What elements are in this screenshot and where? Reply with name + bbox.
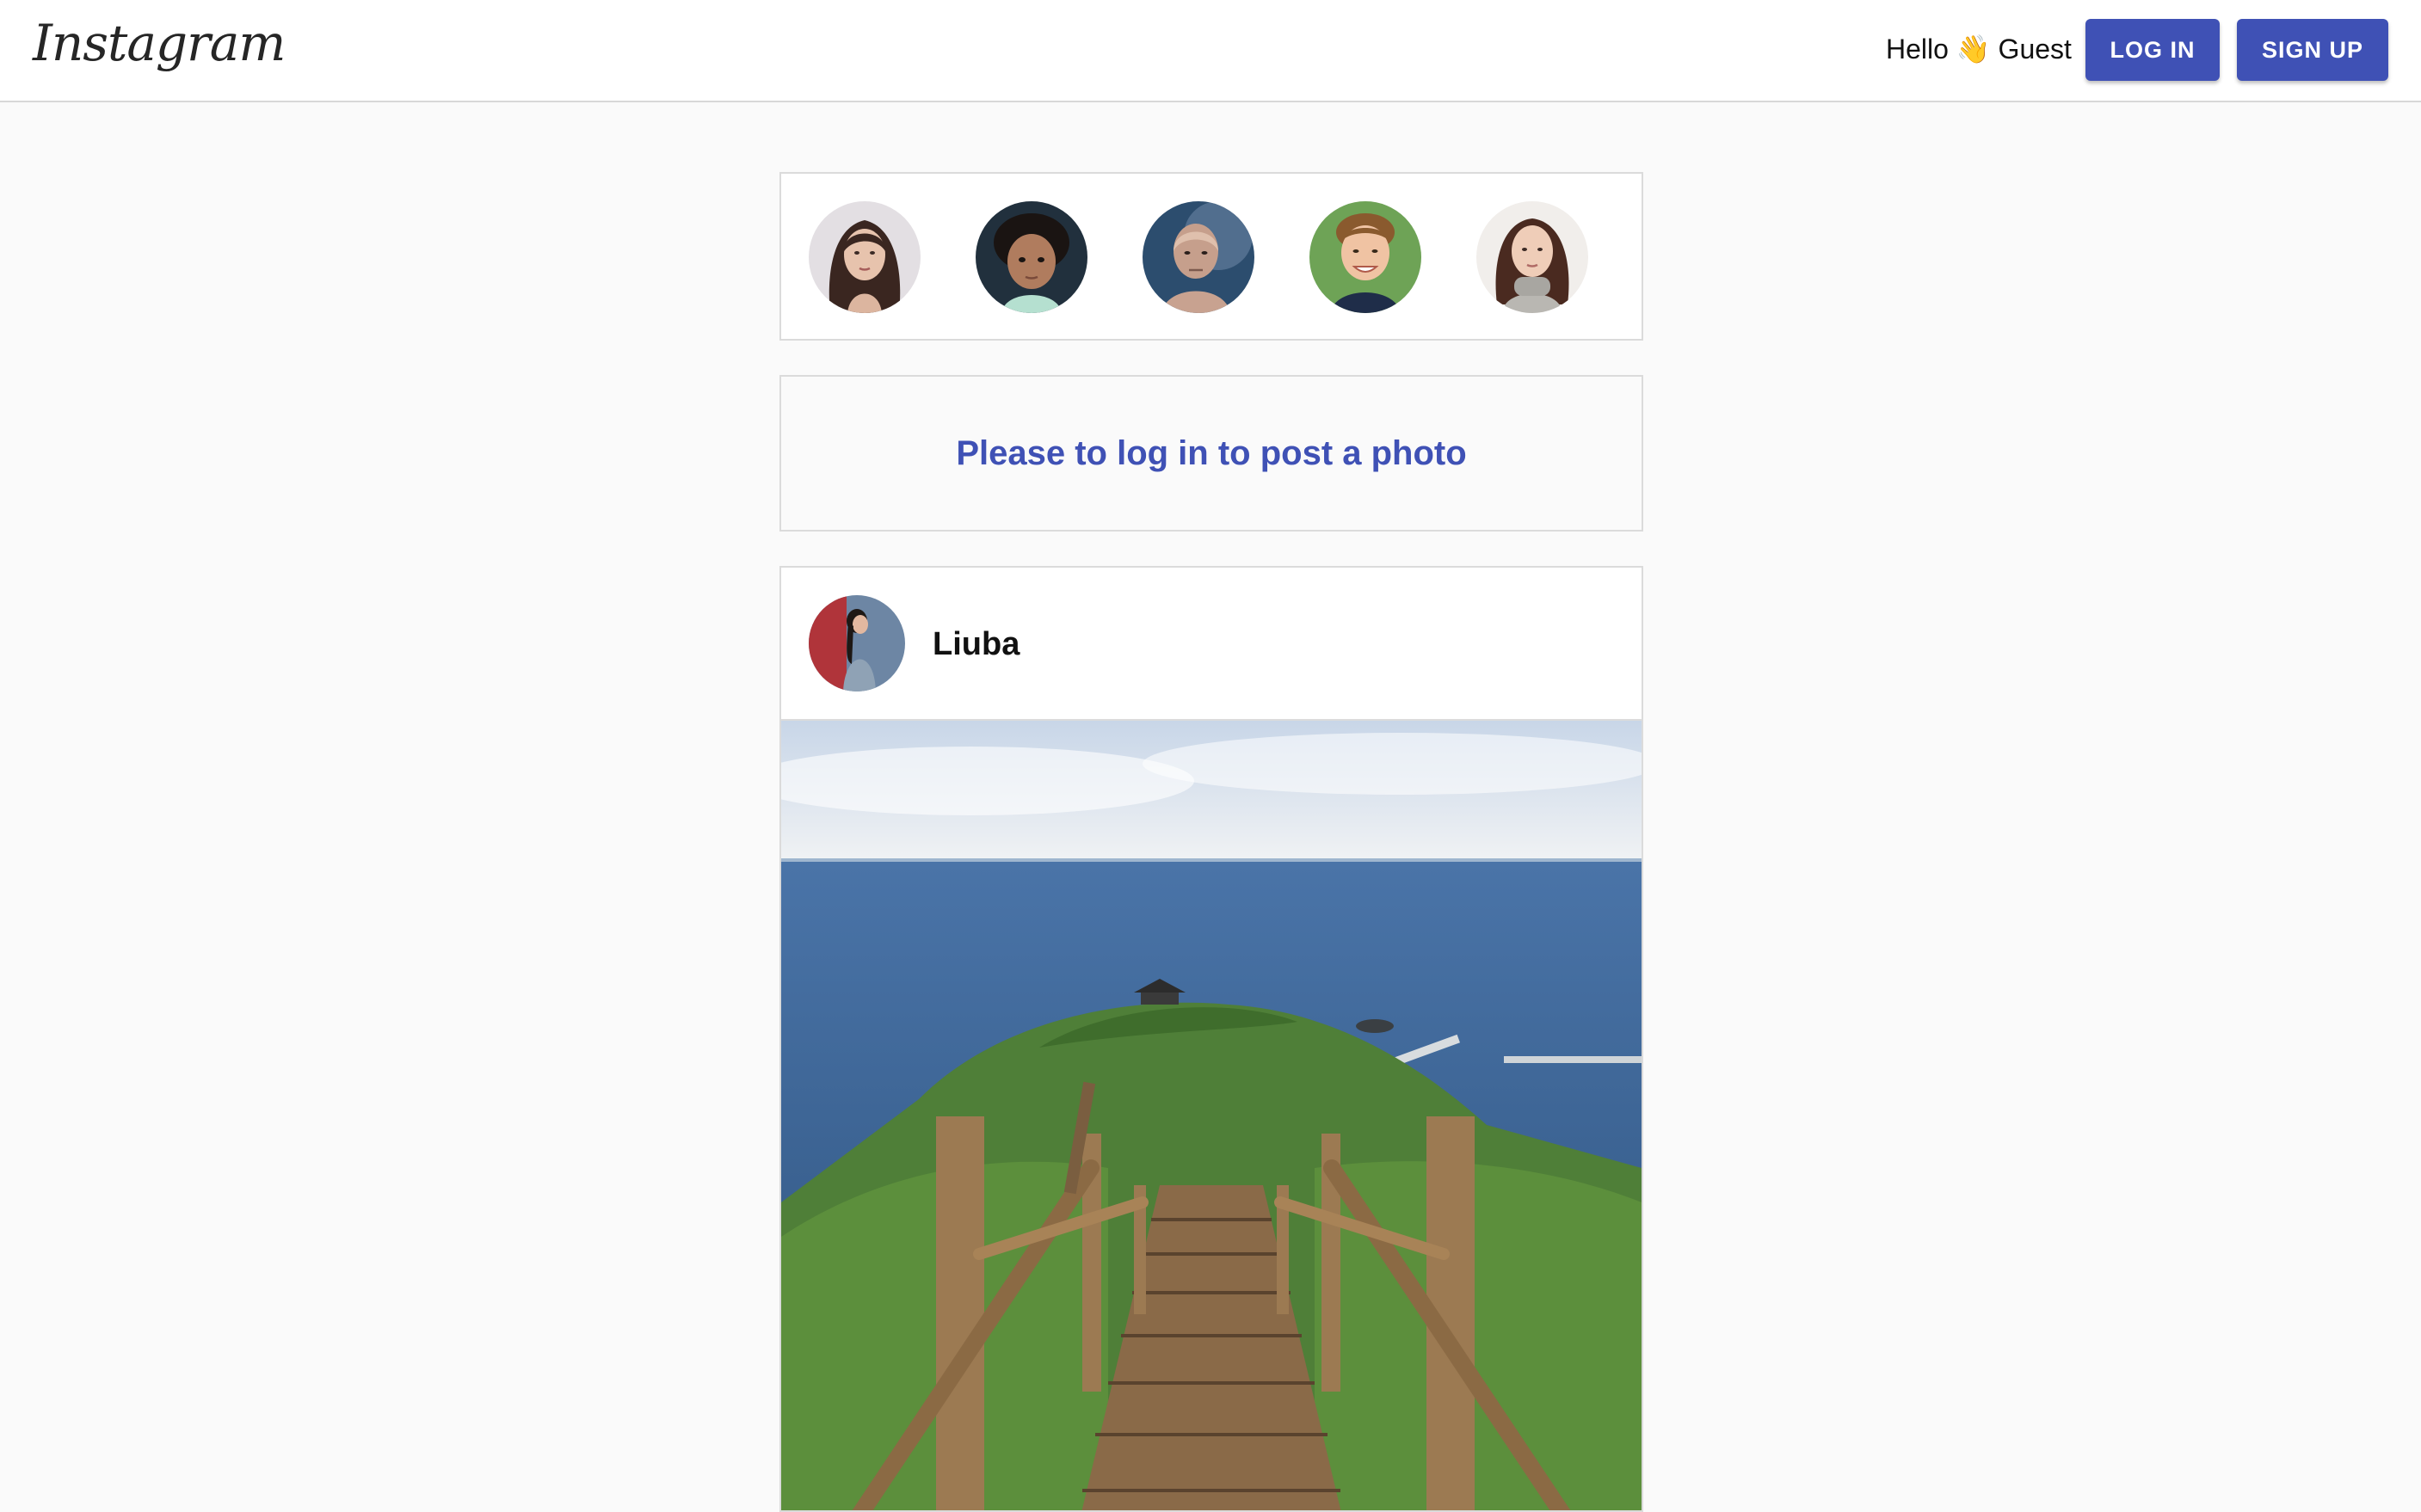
greeting: Hello 👋 Guest	[1886, 33, 2072, 65]
login-notice-text: Please to log in to post a photo	[956, 433, 1467, 472]
post-header: Liuba	[781, 568, 1642, 721]
instagram-logo[interactable]: Instagram	[33, 14, 286, 72]
login-button[interactable]: LOG IN	[2085, 19, 2220, 81]
greeting-hello: Hello	[1886, 34, 1949, 65]
story-avatar-3[interactable]	[1143, 201, 1254, 313]
story-avatar-4[interactable]	[1309, 201, 1421, 313]
post-username[interactable]: Liuba	[933, 626, 1020, 663]
post-author-avatar[interactable]	[809, 595, 905, 691]
story-avatar-5[interactable]	[1476, 201, 1588, 313]
signup-button[interactable]: SIGN UP	[2237, 19, 2388, 81]
stories-bar	[779, 172, 1643, 341]
top-navbar: Instagram Hello 👋 Guest LOG IN SIGN UP	[0, 0, 2421, 102]
post-card: Liuba	[779, 566, 1643, 1512]
greeting-name: Guest	[1998, 34, 2072, 65]
story-avatar-2[interactable]	[976, 201, 1087, 313]
post-photo	[781, 721, 1642, 1510]
waving-hand-icon: 👋	[1956, 34, 1991, 65]
story-avatar-1[interactable]	[809, 201, 921, 313]
story-avatar-6[interactable]	[1642, 201, 1643, 313]
login-notice: Please to log in to post a photo	[779, 375, 1643, 532]
